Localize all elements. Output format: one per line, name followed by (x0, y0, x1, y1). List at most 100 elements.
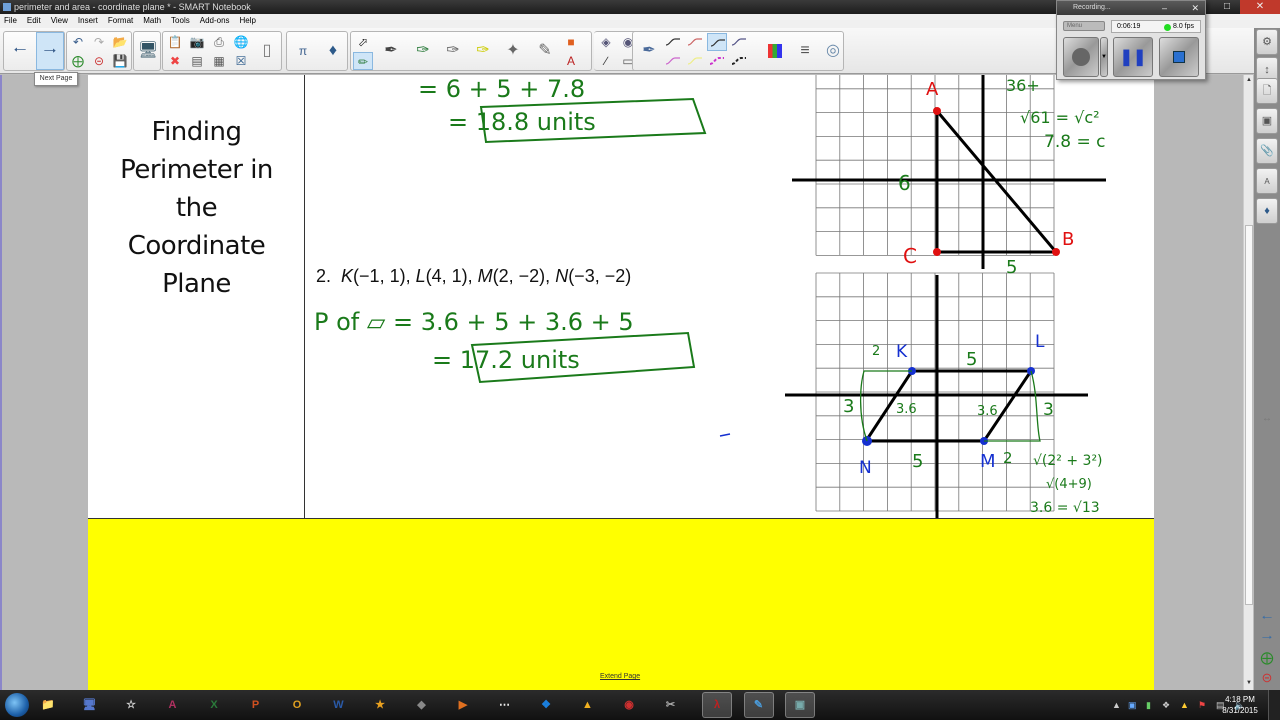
record-button[interactable] (1063, 37, 1099, 77)
notebook-page[interactable]: Finding Perimeter in the Coordinate Plan… (88, 75, 1154, 690)
taskbar-snipping-tool-button[interactable]: ✂ (661, 695, 681, 715)
add-ons-tab[interactable]: ♦ (1256, 198, 1278, 224)
screen-capture-button[interactable]: 📷 (187, 33, 207, 51)
pen-tool-button[interactable]: ✒ (377, 32, 405, 70)
menu-insert[interactable]: Insert (78, 14, 98, 28)
add-page-button[interactable]: ⨁ (68, 52, 88, 70)
line-thickness-button[interactable]: ≡ (791, 32, 819, 70)
pen-style-swatch[interactable] (663, 33, 683, 51)
redo-button[interactable]: ↷ (89, 33, 109, 51)
taskbar-powerpoint-button[interactable]: P (246, 695, 266, 715)
table-button[interactable]: ▦ (209, 52, 229, 70)
side-previous-page[interactable]: 🠀 (1257, 610, 1277, 626)
taskbar-word-button[interactable]: W (329, 695, 349, 715)
vertical-scrollbar[interactable]: ▲ ▼ (1243, 75, 1253, 690)
paste-button[interactable]: 📋 (165, 33, 185, 51)
close-button[interactable]: ✕ (1240, 0, 1280, 14)
fill-button[interactable]: ◈ (596, 33, 616, 51)
magic-pen-button[interactable]: ✦ (499, 32, 527, 70)
shape-recognition-pen-button[interactable]: ✎ (531, 32, 559, 70)
google-drive-tray-icon[interactable]: ▲ (1180, 700, 1189, 710)
dual-page-button[interactable]: ▯ (253, 32, 281, 70)
tray-app-icon[interactable]: ▮ (1146, 700, 1151, 711)
creative-pen-button[interactable]: ✑ (409, 32, 437, 70)
next-page-button[interactable]: 🠂 (36, 32, 64, 70)
menu-math[interactable]: Math (143, 14, 161, 28)
ink-layer[interactable]: A B C 6 5 36+ √61 = √c² 7.8 = c K L M N … (88, 75, 1154, 518)
menu-tools[interactable]: Tools (171, 14, 190, 28)
open-file-button[interactable]: 📂 (110, 33, 130, 51)
auto-hide-toggle[interactable]: ↔ (1257, 411, 1277, 427)
pause-button[interactable]: ❚❚ (1113, 37, 1153, 77)
select-tool-button[interactable]: ⬀ (353, 33, 373, 51)
taskbar-inkscape-button[interactable]: ◆ (412, 695, 432, 715)
settings-button[interactable]: ⚙ (1256, 29, 1278, 55)
add-ons-button[interactable]: ♦ (319, 32, 347, 70)
scroll-thumb[interactable] (1245, 225, 1253, 605)
menu-view[interactable]: View (51, 14, 68, 28)
taskbar-remote-desktop-button[interactable]: 🖥 (80, 695, 100, 715)
screen-display-button[interactable]: 🖥 (134, 32, 162, 70)
taskbar-launcher-button[interactable]: ⋯ (495, 695, 515, 715)
pen-style-swatch[interactable] (707, 33, 727, 51)
taskbar-acrobat-button[interactable]: λ (702, 692, 732, 718)
show-hidden-icons-button[interactable]: ▲ (1112, 700, 1121, 710)
pen-style-swatch[interactable] (685, 33, 705, 51)
taskbar-smart-ink-button[interactable]: ★ (370, 695, 390, 715)
taskbar-file-explorer-button[interactable]: 📁 (38, 695, 58, 715)
taskbar-notepad-rabbit-button[interactable]: ☆ (121, 695, 141, 715)
show-desktop-button[interactable] (1268, 690, 1280, 720)
extend-page-link[interactable]: Extend Page (600, 673, 640, 680)
pen-style-swatch[interactable] (729, 52, 749, 70)
pen-style-swatch[interactable] (685, 52, 705, 70)
delete-button[interactable]: ✖ (165, 52, 185, 70)
screen-shade-button[interactable]: ▤ (187, 52, 207, 70)
recorder-menu-dropdown[interactable]: Menu (1063, 21, 1105, 31)
taskbar-media-player-button[interactable]: ▶ (453, 695, 473, 715)
pen-style-swatch[interactable] (663, 52, 683, 70)
record-options-dropdown[interactable]: ▼ (1100, 37, 1108, 77)
scroll-up-arrow[interactable]: ▲ (1244, 75, 1254, 85)
document-camera-button[interactable]: ⎙ (209, 33, 229, 51)
action-center-flag-icon[interactable]: ⚑ (1198, 700, 1206, 711)
taskbar-recorder-button[interactable]: ▣ (785, 692, 815, 718)
taskbar-excel-button[interactable]: X (204, 695, 224, 715)
line-tool-button[interactable]: ∕ (596, 52, 616, 70)
color-palette-button[interactable] (761, 32, 789, 70)
web-browser-button[interactable]: 🌐 (231, 33, 251, 51)
taskbar-smart-notebook-button[interactable]: ✎ (743, 692, 774, 718)
taskbar-outlook-button[interactable]: O (287, 695, 307, 715)
side-add-page[interactable]: ⨁ (1257, 650, 1277, 666)
properties-tab[interactable]: A (1256, 168, 1278, 194)
side-delete-page[interactable]: ⊝ (1257, 670, 1277, 686)
transparency-button[interactable]: ◎ (819, 32, 847, 70)
scroll-down-arrow[interactable]: ▼ (1244, 678, 1254, 688)
math-tools-button[interactable]: π (289, 32, 317, 70)
maximize-button[interactable]: □ (1214, 0, 1240, 14)
previous-page-button[interactable]: 🠀 (6, 32, 34, 70)
tray-network-app-icon[interactable]: ❖ (1162, 700, 1170, 711)
taskbar-dropbox-button[interactable]: ❖ (536, 695, 556, 715)
menu-edit[interactable]: Edit (27, 14, 41, 28)
menu-format[interactable]: Format (108, 14, 133, 28)
taskbar-chrome-button[interactable]: ◉ (619, 695, 639, 715)
menu-add-ons[interactable]: Add-ons (200, 14, 230, 28)
full-screen-button[interactable]: ☒ (231, 52, 251, 70)
pen-type-button[interactable]: ✒ (635, 32, 663, 70)
recorder-close-button[interactable]: ✕ (1191, 1, 1199, 15)
undo-button[interactable]: ↶ (68, 33, 88, 51)
stop-button[interactable] (1159, 37, 1199, 77)
taskbar-google-drive-button[interactable]: ▲ (578, 695, 598, 715)
tray-app-icon[interactable]: ▣ (1128, 700, 1137, 711)
page-sorter-tab[interactable]: 🗋 (1256, 78, 1278, 104)
gallery-tab[interactable]: ▣ (1256, 108, 1278, 134)
pen-style-swatch[interactable] (729, 33, 749, 51)
calligraphic-pen-button[interactable]: ✑ (439, 32, 467, 70)
shapes-button[interactable]: ■ (561, 33, 581, 51)
menu-file[interactable]: File (4, 14, 17, 28)
pen-style-swatch[interactable] (707, 52, 727, 70)
menu-help[interactable]: Help (240, 14, 256, 28)
start-button[interactable] (5, 693, 29, 717)
attachments-tab[interactable]: 📎 (1256, 138, 1278, 164)
taskbar-access-button[interactable]: A (163, 695, 183, 715)
